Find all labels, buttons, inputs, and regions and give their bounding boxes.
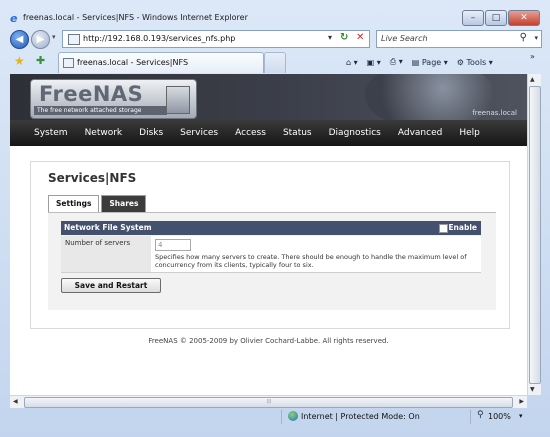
status-separator xyxy=(281,410,282,424)
feeds-icon[interactable]: ▣ ▾ xyxy=(367,58,381,67)
servers-label: Number of servers xyxy=(61,236,151,272)
search-placeholder: Live Search xyxy=(381,34,428,43)
tools-menu-label: Tools xyxy=(466,57,487,67)
menu-services[interactable]: Services xyxy=(180,128,218,138)
status-bar: Internet | Protected Mode: On ⚲ 100% ▾ xyxy=(0,408,550,429)
tab-settings[interactable]: Settings xyxy=(48,195,100,212)
page-viewport: FreeNAS The free network attached storag… xyxy=(10,74,527,395)
maximize-button[interactable]: □ xyxy=(485,10,507,26)
status-separator xyxy=(470,410,471,424)
menu-help[interactable]: Help xyxy=(459,128,480,138)
enable-checkbox[interactable] xyxy=(439,224,448,233)
tab-shares[interactable]: Shares xyxy=(101,195,147,212)
menu-network[interactable]: Network xyxy=(85,128,123,138)
search-icon[interactable]: ⚲ xyxy=(520,32,527,43)
recent-pages-dropdown-icon[interactable]: ▾ xyxy=(52,33,56,41)
scroll-up-icon[interactable]: ▲ xyxy=(530,76,535,83)
scroll-down-icon[interactable]: ▼ xyxy=(530,386,535,393)
search-box[interactable]: Live Search ⚲ ▾ xyxy=(376,30,542,48)
content-area: Services|NFS Settings Shares Network Fil… xyxy=(30,161,510,329)
settings-panel: Network File System Enable Number of ser… xyxy=(48,212,496,310)
address-url: http://192.168.0.193/services_nfs.php xyxy=(83,34,236,43)
page-title: Services|NFS xyxy=(48,171,137,185)
window-controls: – □ ✕ xyxy=(461,10,540,26)
scroll-left-icon[interactable]: ◀ xyxy=(13,398,18,405)
freenas-logo[interactable]: FreeNAS The free network attached storag… xyxy=(30,79,197,119)
new-tab-button[interactable] xyxy=(264,52,286,73)
tab-label: freenas.local - Services|NFS xyxy=(77,58,189,67)
back-button[interactable]: ◀ xyxy=(10,30,29,49)
menu-system[interactable]: System xyxy=(34,128,68,138)
page-menu-label: Page xyxy=(421,57,442,67)
menu-disks[interactable]: Disks xyxy=(139,128,163,138)
title-bar: e freenas.local - Services|NFS - Windows… xyxy=(0,0,550,27)
servers-value-cell: Specifies how many servers to create. Th… xyxy=(151,236,481,272)
menu-diagnostics[interactable]: Diagnostics xyxy=(329,128,381,138)
hostname: freenas.local xyxy=(472,109,517,117)
address-bar[interactable]: http://192.168.0.193/services_nfs.php ▾ … xyxy=(62,30,370,48)
menu-advanced[interactable]: Advanced xyxy=(398,128,442,138)
field-row-servers: Number of servers Specifies how many ser… xyxy=(61,236,481,273)
servers-help-text: Specifies how many servers to create. Th… xyxy=(155,253,467,269)
server-box-icon xyxy=(166,86,190,114)
ie-window: e freenas.local - Services|NFS - Windows… xyxy=(0,0,550,437)
ie-logo-icon: e xyxy=(10,12,18,25)
page-menu[interactable]: ▤ Page ▾ xyxy=(412,58,448,67)
browser-tab[interactable]: freenas.local - Services|NFS xyxy=(58,52,264,73)
horizontal-scrollbar[interactable]: ◀ ⦙⦙⦙ ▶ xyxy=(10,395,527,408)
zoom-icon[interactable]: ⚲ xyxy=(477,410,484,420)
vertical-scroll-thumb[interactable] xyxy=(529,86,541,384)
refresh-icon[interactable]: ↻ xyxy=(340,32,348,43)
internet-zone-icon xyxy=(288,411,298,421)
window-title: freenas.local - Services|NFS - Windows I… xyxy=(23,13,248,22)
favorites-star-icon[interactable]: ★ xyxy=(14,54,25,68)
zoom-level[interactable]: 100% xyxy=(488,412,511,421)
horizontal-scroll-thumb[interactable]: ⦙⦙⦙ xyxy=(24,397,513,408)
vertical-scrollbar[interactable]: ▲ ▼ xyxy=(527,74,541,395)
add-favorites-icon[interactable]: ✚ xyxy=(36,54,45,67)
enable-label: Enable xyxy=(448,223,477,232)
more-commands-icon[interactable]: » xyxy=(530,52,535,61)
logo-tagline: The free network attached storage xyxy=(34,106,167,115)
section-title: Network File System xyxy=(64,223,152,232)
servers-input[interactable] xyxy=(155,239,191,251)
menu-access[interactable]: Access xyxy=(235,128,266,138)
page-tabs: Settings Shares xyxy=(48,195,147,213)
freenas-header: FreeNAS The free network attached storag… xyxy=(10,74,527,120)
scroll-right-icon[interactable]: ▶ xyxy=(519,398,524,405)
close-button[interactable]: ✕ xyxy=(508,10,540,26)
home-icon[interactable]: ⌂ ▾ xyxy=(346,58,358,67)
grip-icon: ⦙⦙⦙ xyxy=(267,398,272,405)
minimize-button[interactable]: – xyxy=(462,10,484,26)
tab-page-icon xyxy=(63,58,74,68)
zoom-dropdown-icon[interactable]: ▾ xyxy=(519,412,523,420)
command-bar: ⌂ ▾ ▣ ▾ ⎙ ▾ ▤ Page ▾ ⚙ Tools ▾ » xyxy=(346,52,535,70)
page-icon xyxy=(68,34,80,45)
print-icon[interactable]: ⎙ ▾ xyxy=(390,57,403,67)
address-dropdown-icon[interactable]: ▾ xyxy=(328,33,332,42)
main-menu: System Network Disks Services Access Sta… xyxy=(10,120,527,146)
save-restart-button[interactable]: Save and Restart xyxy=(61,278,161,293)
stop-icon[interactable]: ✕ xyxy=(356,32,364,43)
tools-menu[interactable]: ⚙ Tools ▾ xyxy=(457,58,493,67)
security-zone[interactable]: Internet | Protected Mode: On xyxy=(301,412,420,421)
section-header: Network File System Enable xyxy=(61,221,481,235)
search-options-icon[interactable]: ▾ xyxy=(534,34,538,42)
menu-status[interactable]: Status xyxy=(283,128,312,138)
logo-text: FreeNAS xyxy=(39,82,144,106)
forward-button[interactable]: ▶ xyxy=(31,30,50,49)
page-footer: FreeNAS © 2005-2009 by Olivier Cochard-L… xyxy=(148,337,389,345)
